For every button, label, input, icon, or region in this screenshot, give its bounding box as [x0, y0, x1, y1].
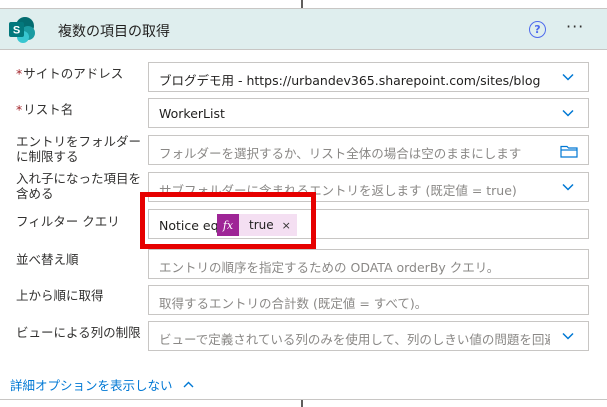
chevron-down-icon[interactable]	[562, 107, 574, 119]
chevron-down-icon[interactable]	[562, 181, 574, 193]
filter-label: フィルター クエリ	[16, 214, 120, 229]
order-placeholder: エントリの順序を指定するための ODATA orderBy クエリ。	[159, 260, 500, 275]
flow-connector-bottom	[301, 400, 303, 407]
chevron-up-icon	[183, 381, 194, 388]
site-label: *サイトのアドレス	[16, 66, 124, 81]
list-label: *リスト名	[16, 102, 74, 117]
chevron-down-icon[interactable]	[562, 71, 574, 83]
site-address-value: ブログデモ用 - https://urbandev365.sharepoint.…	[159, 73, 541, 88]
required-marker: *	[16, 102, 23, 117]
flow-connector-top	[301, 0, 303, 8]
folder-icon[interactable]	[560, 144, 578, 158]
sharepoint-logo-letter: S	[13, 25, 20, 37]
top-count-input[interactable]: 取得するエントリの合計数 (既定値 = すべて)。	[148, 285, 589, 315]
more-options-icon[interactable]: ···	[566, 17, 584, 36]
view-placeholder: ビューで定義されている列のみを使用して、列のしきい値の問題を回避	[159, 332, 550, 347]
order-by-input[interactable]: エントリの順序を指定するための ODATA orderBy クエリ。	[148, 249, 589, 279]
required-marker: *	[16, 66, 23, 81]
folder-input[interactable]: フォルダーを選択するか、リスト全体の場合は空のままにします	[148, 135, 589, 165]
view-label: ビューによる列の制限	[16, 325, 141, 340]
sharepoint-icon: S	[8, 16, 36, 43]
site-address-dropdown[interactable]: ブログデモ用 - https://urbandev365.sharepoint.…	[148, 62, 589, 92]
list-name-value: WorkerList	[159, 106, 225, 121]
folder-placeholder: フォルダーを選択するか、リスト全体の場合は空のままにします	[159, 146, 522, 161]
hide-advanced-options-link[interactable]: 詳細オプションを表示しない	[10, 375, 194, 394]
chevron-down-icon[interactable]	[562, 330, 574, 342]
help-icon[interactable]: ?	[529, 21, 546, 38]
top-label: 上から順に取得	[16, 288, 104, 303]
order-label: 並べ替え順	[16, 252, 79, 267]
list-name-dropdown[interactable]: WorkerList	[148, 98, 589, 128]
highlight-box	[140, 192, 316, 249]
card-header[interactable]: S 複数の項目の取得 ? ···	[0, 9, 607, 50]
nested-label: 入れ子になった項目を 含める	[16, 171, 142, 201]
folder-label: エントリをフォルダー に制限する	[16, 134, 142, 164]
advanced-link-label: 詳細オプションを表示しない	[10, 378, 173, 393]
action-title: 複数の項目の取得	[58, 24, 170, 40]
view-limit-dropdown[interactable]: ビューで定義されている列のみを使用して、列のしきい値の問題を回避	[148, 321, 589, 351]
top-placeholder: 取得するエントリの合計数 (既定値 = すべて)。	[159, 296, 428, 311]
